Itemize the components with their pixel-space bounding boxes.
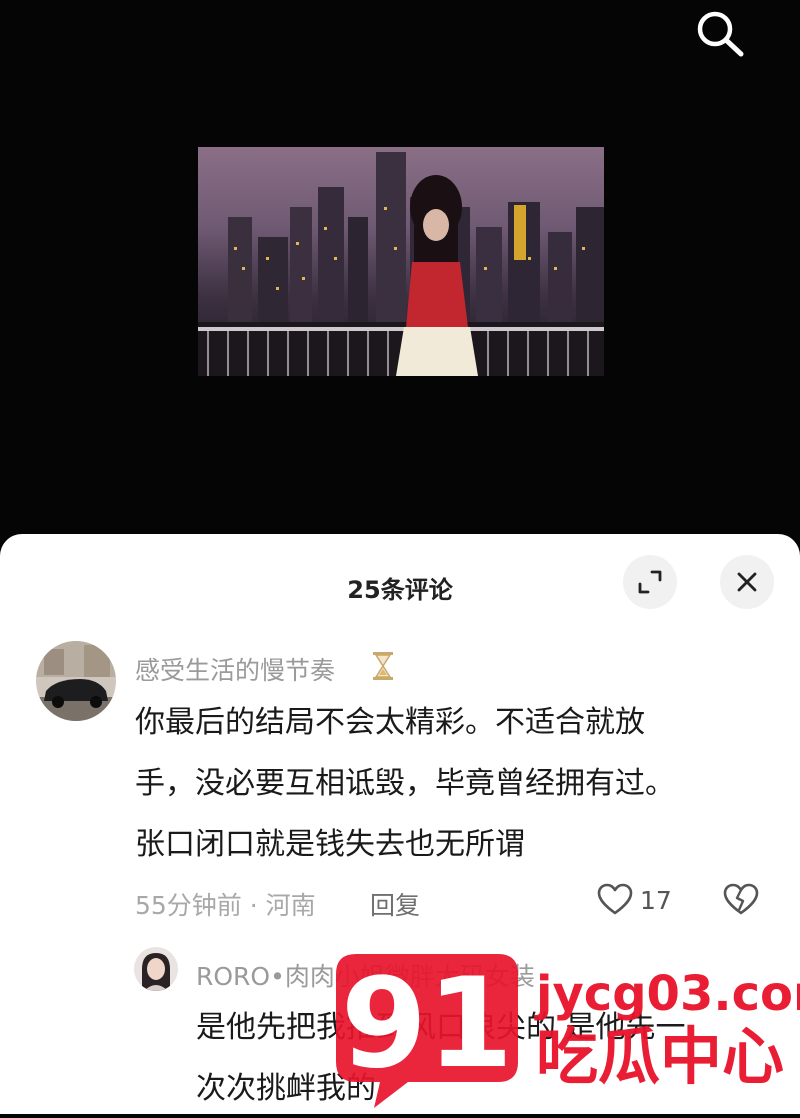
- broken-heart-icon: [723, 883, 759, 915]
- reply-avatar-image: [134, 947, 178, 991]
- hourglass-icon: [370, 651, 396, 685]
- video-frame[interactable]: [198, 147, 604, 376]
- expand-button[interactable]: [623, 555, 677, 609]
- comment-username[interactable]: 感受生活的慢节奏: [135, 651, 335, 687]
- like-count: 17: [640, 886, 672, 915]
- reply-username[interactable]: RORO•肉肉小姐微胖大码女装: [196, 957, 535, 993]
- comment-line: 张口闭口就是钱失去也无所谓: [135, 827, 525, 862]
- heart-icon: [597, 883, 633, 915]
- reply-button[interactable]: 回复: [370, 886, 420, 922]
- dislike-button[interactable]: [722, 882, 760, 916]
- comment-time-location: 55分钟前 · 河南: [135, 891, 316, 920]
- expand-icon: [638, 570, 662, 594]
- reply-line: 是他先把我推到风口浪尖的 是他先一: [196, 1010, 686, 1045]
- reply-avatar[interactable]: [134, 947, 178, 991]
- like-button[interactable]: [596, 882, 634, 916]
- search-button[interactable]: [692, 8, 748, 58]
- avatar-image: [36, 641, 116, 721]
- avatar[interactable]: [36, 641, 116, 721]
- comments-panel: 25条评论 感受生活的慢节奏 你最后的结局不会太精彩。不适合就放 手，没必要互相…: [0, 534, 800, 1114]
- city-night-scene: [198, 152, 604, 376]
- search-icon: [697, 11, 744, 57]
- comment-line: 手，没必要互相诋毁，毕竟曾经拥有过。: [135, 766, 675, 801]
- reply-line: 次次挑衅我的: [196, 1071, 376, 1106]
- close-icon: [737, 572, 757, 592]
- video-player[interactable]: [0, 0, 800, 560]
- comment-line: 你最后的结局不会太精彩。不适合就放: [135, 705, 645, 740]
- close-button[interactable]: [720, 555, 774, 609]
- comments-count-title: 25条评论: [347, 576, 453, 604]
